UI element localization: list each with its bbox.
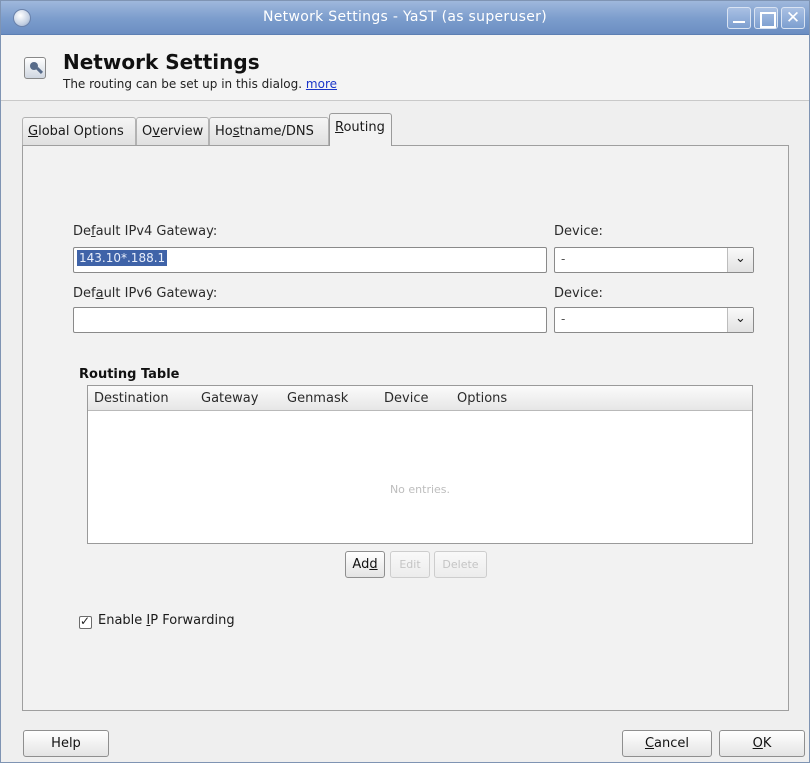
ipv4-device-combobox[interactable]: - ⌄ — [554, 247, 754, 273]
tab-hostname-dns[interactable]: Hostname/DNS — [209, 117, 329, 145]
network-settings-icon — [24, 57, 46, 79]
empty-table-message: No entries. — [389, 483, 451, 496]
routing-panel: Default IPv4 Gateway: 143.10*.188.1 Devi… — [22, 145, 789, 711]
cancel-button[interactable]: Cancel — [622, 730, 712, 757]
title-bar[interactable]: Network Settings - YaST (as superuser) ✕ — [1, 1, 809, 35]
ipv4-device-label: Device: — [554, 224, 603, 239]
edit-button[interactable]: Edit — [390, 551, 430, 578]
tab-global-options[interactable]: Global Options — [22, 117, 136, 145]
help-button[interactable]: Help — [23, 730, 109, 757]
chevron-down-icon[interactable]: ⌄ — [727, 248, 753, 272]
ip-forwarding-label[interactable]: Enable IP Forwarding — [98, 613, 235, 628]
ipv6-gateway-label: Default IPv6 Gateway: — [73, 286, 218, 301]
dialog-header: Network Settings The routing can be set … — [1, 35, 809, 101]
ipv4-device-value: - — [561, 252, 566, 266]
routing-table[interactable]: Destination Gateway Genmask Device Optio… — [87, 385, 753, 544]
subtitle-text: The routing can be set up in this dialog… — [63, 77, 303, 91]
chevron-down-icon[interactable]: ⌄ — [727, 308, 753, 332]
column-gateway[interactable]: Gateway — [201, 391, 258, 406]
add-button[interactable]: Add — [345, 551, 385, 578]
tab-overview[interactable]: Overview — [136, 117, 209, 145]
minimize-icon[interactable] — [727, 7, 751, 29]
yast-window: Network Settings - YaST (as superuser) ✕… — [0, 0, 810, 763]
delete-button[interactable]: Delete — [434, 551, 487, 578]
ipv6-device-combobox[interactable]: - ⌄ — [554, 307, 754, 333]
column-device[interactable]: Device — [384, 391, 428, 406]
ipv6-gateway-input[interactable] — [73, 307, 547, 333]
ok-button[interactable]: OK — [719, 730, 805, 757]
ipv4-gateway-label: Default IPv4 Gateway: — [73, 224, 218, 239]
ip-forwarding-checkbox[interactable]: ✓ — [79, 614, 92, 629]
close-icon[interactable]: ✕ — [781, 7, 805, 29]
ipv4-gateway-input[interactable]: 143.10*.188.1 — [73, 247, 547, 273]
ipv4-gateway-value: 143.10*.188.1 — [77, 250, 168, 266]
more-link[interactable]: more — [306, 77, 337, 91]
ipv6-device-label: Device: — [554, 286, 603, 301]
tab-routing[interactable]: Routing — [329, 113, 392, 146]
column-options[interactable]: Options — [457, 391, 507, 406]
column-destination[interactable]: Destination — [94, 391, 169, 406]
checkmark-icon: ✓ — [80, 614, 91, 628]
page-subtitle: The routing can be set up in this dialog… — [63, 77, 337, 91]
table-header: Destination Gateway Genmask Device Optio… — [88, 386, 752, 411]
ipv6-device-value: - — [561, 312, 566, 326]
page-title: Network Settings — [63, 50, 260, 74]
maximize-icon[interactable] — [754, 7, 778, 29]
column-genmask[interactable]: Genmask — [287, 391, 348, 406]
window-title: Network Settings - YaST (as superuser) — [263, 9, 547, 25]
routing-table-title: Routing Table — [79, 367, 180, 382]
